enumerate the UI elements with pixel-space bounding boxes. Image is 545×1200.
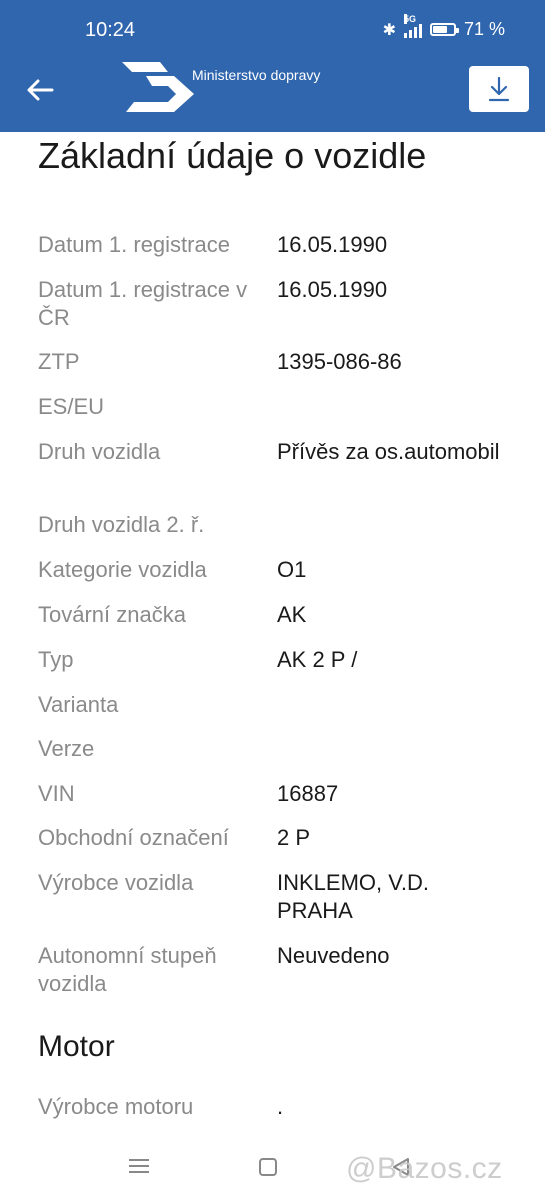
- page-title: Základní údaje o vozidle: [38, 135, 427, 176]
- field-label: Datum 1. registrace: [38, 232, 230, 257]
- field-label: Druh vozidla: [38, 439, 161, 464]
- ministry-name: Ministerstvo dopravy: [192, 67, 321, 83]
- field-value: 16887: [277, 781, 339, 806]
- watermark: @Bazos.cz: [346, 1152, 503, 1185]
- field-label: Tovární značka: [38, 602, 186, 627]
- field-value: AK 2 P /: [277, 647, 358, 672]
- field-value: 16.05.1990: [277, 232, 388, 257]
- home-icon[interactable]: [259, 1158, 277, 1176]
- field-label: Druh vozidla 2. ř.: [38, 512, 205, 537]
- ministry-logo: [122, 62, 194, 112]
- battery-fill: [432, 26, 447, 33]
- status-time: 10:24: [85, 19, 136, 41]
- field-label: Varianta: [38, 692, 119, 717]
- field-label: Verze: [38, 736, 95, 761]
- field-value: AK: [277, 602, 307, 627]
- field-value: 1395-086-86: [277, 349, 402, 374]
- field-value: O1: [277, 557, 307, 582]
- field-label: Obchodní označení: [38, 825, 229, 850]
- field-label: Výrobce vozidla: [38, 870, 194, 895]
- field-value: 16.05.1990: [277, 277, 388, 302]
- field-label: Typ: [38, 647, 74, 672]
- field-label: Autonomní stupeň vozidla: [38, 943, 217, 996]
- field-label: Kategorie vozidla: [38, 557, 207, 582]
- field-value: Neuvedeno: [277, 943, 390, 968]
- system-nav-bar: @Bazos.cz: [0, 1140, 545, 1200]
- section-title-motor: Motor: [38, 1030, 115, 1063]
- arrow-left-icon: [27, 79, 54, 101]
- signal-icon: 5G: [403, 13, 422, 38]
- field-value: 2 P: [277, 825, 311, 850]
- network-type: 5G: [403, 13, 416, 24]
- app-header: 10:24 ✱ 5G 71 % Ministerstvo dopravy: [0, 0, 545, 132]
- battery-percent: 71 %: [463, 19, 505, 39]
- field-label: ES/EU: [38, 394, 105, 419]
- download-icon: [488, 76, 510, 102]
- field-value: .: [277, 1094, 284, 1119]
- battery-icon: [429, 23, 459, 36]
- bluetooth-icon: ✱: [382, 21, 396, 39]
- field-label: VIN: [38, 781, 75, 806]
- back-button[interactable]: [22, 72, 58, 108]
- field-label: Výrobce motoru: [38, 1094, 194, 1119]
- status-bar: 10:24 ✱ 5G 71 %: [0, 0, 545, 60]
- status-icons: ✱ 5G 71 %: [382, 13, 505, 40]
- field-value: INKLEMO, V.D. PRAHA: [277, 870, 430, 923]
- field-label: Datum 1. registrace v ČR: [38, 277, 248, 330]
- field-label: ZTP: [38, 349, 80, 374]
- download-button[interactable]: [469, 66, 529, 112]
- field-value: Přívěs za os.automobil: [277, 439, 500, 464]
- menu-icon[interactable]: [129, 1155, 149, 1179]
